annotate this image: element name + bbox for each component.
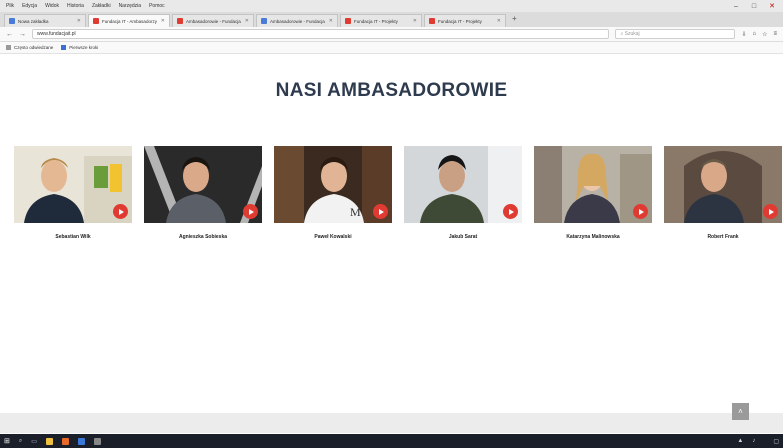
browser-tab-active[interactable]: Fundacja IT - Ambasadorzy ✕ <box>88 14 170 27</box>
word-icon[interactable] <box>77 437 85 445</box>
file-explorer-icon[interactable] <box>45 437 53 445</box>
maximize-icon[interactable]: □ <box>749 3 759 10</box>
app-icon[interactable] <box>93 437 101 445</box>
bookmark-item[interactable]: Pierwsze kroki <box>61 45 98 50</box>
play-video-icon[interactable] <box>633 204 648 219</box>
close-tab-icon[interactable]: ✕ <box>161 18 165 24</box>
windows-taskbar: ⊞ ⌕ ▭ ▲ ♪ ▢ <box>0 434 783 448</box>
close-tab-icon[interactable]: ✕ <box>245 18 249 24</box>
download-icon[interactable]: ⇩ <box>741 31 746 38</box>
firefox-icon <box>61 45 67 50</box>
close-tab-icon[interactable]: ✕ <box>497 18 501 24</box>
ambassador-name: Katarzyna Malinowska <box>566 234 620 240</box>
browser-tab[interactable]: Nowa zakładka ✕ <box>4 14 86 27</box>
bookmark-star-icon[interactable]: ☆ <box>762 31 767 38</box>
ambassador-name: Agnieszka Sobieska <box>178 234 228 240</box>
browser-menubar: Plik Edycja Widok Historia Zakładki Narz… <box>0 0 783 12</box>
page-title: NASI AMBASADOROWIE <box>275 80 508 101</box>
ambassador-card: M Paweł Kowalski <box>274 146 392 248</box>
new-tab-button[interactable]: + <box>508 14 521 25</box>
footer-strip <box>0 413 783 433</box>
ambassador-photo[interactable]: M <box>274 146 392 223</box>
folder-icon <box>6 45 11 50</box>
network-icon[interactable]: ▲ <box>737 438 743 444</box>
ambassador-card: Jakub Sarat <box>404 146 522 248</box>
ambassador-name: Jakub Sarat <box>448 234 478 240</box>
ambassador-card: Sebastian Wilk <box>14 146 132 248</box>
svg-text:M: M <box>350 205 361 219</box>
firefox-icon[interactable] <box>61 437 69 445</box>
address-bar[interactable]: www.fundacjait.pl <box>32 29 610 39</box>
close-tab-icon[interactable]: ✕ <box>77 18 81 24</box>
menu-file[interactable]: Plik <box>6 3 14 9</box>
tab-bar: Nowa zakładka ✕ Fundacja IT - Ambasadorzy… <box>0 12 783 27</box>
close-tab-icon[interactable]: ✕ <box>329 18 333 24</box>
ambassador-name: Paweł Kowalski <box>314 234 352 240</box>
volume-icon[interactable]: ♪ <box>752 438 755 444</box>
browser-tab[interactable]: Ambasadorowie - Fundacja ✕ <box>172 14 254 27</box>
play-video-icon[interactable] <box>763 204 778 219</box>
menu-edit[interactable]: Edycja <box>22 3 37 9</box>
menu-history[interactable]: Historia <box>67 3 84 9</box>
ambassador-name: Robert Frank <box>707 234 739 240</box>
browser-tab[interactable]: Ambasadorowie - Fundacja ✕ <box>256 14 338 27</box>
browser-tab[interactable]: Fundacja IT - Projekty ✕ <box>340 14 422 27</box>
back-arrow-icon[interactable]: ← <box>6 31 13 38</box>
forward-arrow-icon[interactable]: → <box>19 31 26 38</box>
ambassador-card: Robert Frank <box>664 146 782 248</box>
search-input[interactable]: ⌕ Szukaj <box>615 29 736 39</box>
task-view-icon[interactable]: ▭ <box>31 438 37 445</box>
bookmark-item[interactable]: Często odwiedzane <box>6 45 53 50</box>
play-video-icon[interactable] <box>243 204 258 219</box>
page-content: NASI AMBASADOROWIE Sebastian Wilk Agnies… <box>0 54 783 434</box>
ambassador-photo[interactable] <box>534 146 652 223</box>
ambassador-photo[interactable] <box>14 146 132 223</box>
close-tab-icon[interactable]: ✕ <box>413 18 417 24</box>
browser-tab[interactable]: Fundacja IT - Projekty ✕ <box>424 14 506 27</box>
favicon-icon <box>429 18 435 24</box>
ambassador-name: Sebastian Wilk <box>55 234 91 240</box>
ambassador-card: Agnieszka Sobieska <box>144 146 262 248</box>
menu-bookmarks[interactable]: Zakładki <box>92 3 111 9</box>
chevron-up-icon: ˄ <box>738 407 743 416</box>
favicon-icon <box>93 18 99 24</box>
favicon-icon <box>177 18 183 24</box>
minimize-icon[interactable]: – <box>731 3 741 10</box>
play-video-icon[interactable] <box>113 204 128 219</box>
favicon-icon <box>261 18 267 24</box>
play-video-icon[interactable] <box>503 204 518 219</box>
notifications-icon[interactable]: ▢ <box>773 438 779 445</box>
close-window-icon[interactable]: ✕ <box>767 2 777 10</box>
ambassador-card: Katarzyna Malinowska <box>534 146 652 248</box>
play-video-icon[interactable] <box>373 204 388 219</box>
favicon-icon <box>345 18 351 24</box>
menu-view[interactable]: Widok <box>45 3 59 9</box>
ambassador-photo[interactable] <box>664 146 782 223</box>
favicon-icon <box>9 18 15 24</box>
ambassador-photo[interactable] <box>404 146 522 223</box>
search-icon[interactable]: ⌕ <box>19 438 22 445</box>
home-icon[interactable]: ⌂ <box>752 31 756 38</box>
menu-hamburger-icon[interactable]: ≡ <box>773 31 777 38</box>
bookmarks-toolbar: Często odwiedzane Pierwsze kroki <box>0 42 783 54</box>
ambassador-photo[interactable] <box>144 146 262 223</box>
menu-help[interactable]: Pomoc <box>149 3 165 9</box>
navigation-bar: ← → www.fundacjait.pl ⌕ Szukaj ⇩ ⌂ ☆ ≡ <box>0 27 783 42</box>
scroll-to-top-button[interactable]: ˄ <box>732 403 749 420</box>
menu-tools[interactable]: Narzędzia <box>119 3 142 9</box>
windows-start-icon[interactable]: ⊞ <box>4 437 10 445</box>
